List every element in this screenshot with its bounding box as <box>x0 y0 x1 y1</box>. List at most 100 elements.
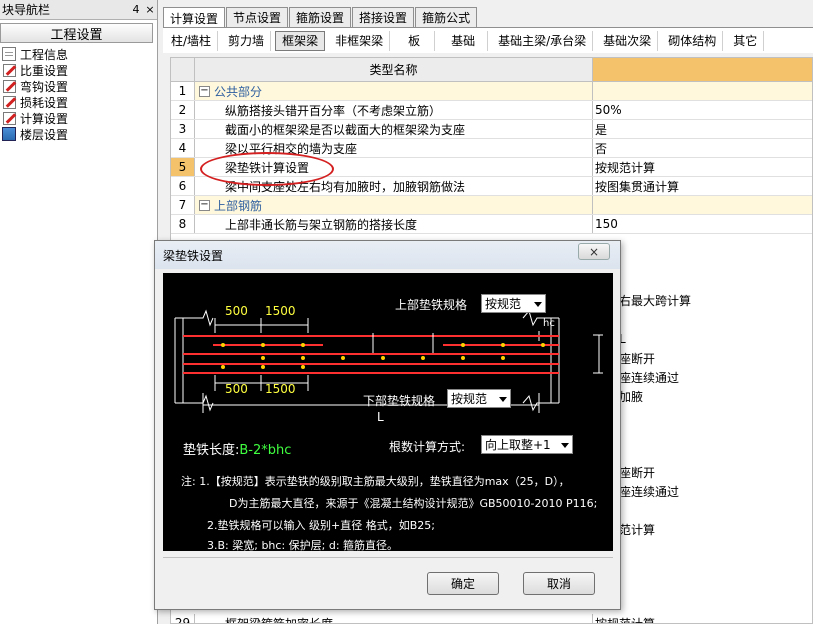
dialog-separator <box>163 557 613 558</box>
cancel-button[interactable]: 取消 <box>523 572 595 595</box>
count-method-value: 向上取整+1 <box>485 438 551 452</box>
nav-header-project-settings[interactable]: 工程设置 <box>0 23 153 43</box>
dialog-close-button[interactable]: × <box>578 243 610 260</box>
ok-button[interactable]: 确定 <box>427 572 499 595</box>
row-number: 3 <box>171 120 195 138</box>
count-method-label: 根数计算方式: <box>389 440 466 454</box>
grid-header: 类型名称 <box>171 58 812 82</box>
type-name-header: 类型名称 <box>195 58 593 81</box>
group-label: 公共部分 <box>214 84 263 99</box>
collapse-icon[interactable]: − <box>199 199 210 211</box>
subtab-foundation-secondary-beam[interactable]: 基础次梁 <box>597 30 659 51</box>
navigation-panel: 块导航栏 4 × 工程设置 工程信息 比重设置 弯钩设置 损耗设置 计算设置 楼… <box>0 0 158 624</box>
table-row[interactable]: 2 纵筋搭接头错开百分率（不考虑架立筋） 50% <box>171 101 812 120</box>
row-number-header <box>171 58 195 81</box>
tab-stirrup-formula[interactable]: 箍筋公式 <box>415 7 478 27</box>
subtab-column[interactable]: 柱/墙柱 <box>165 30 219 51</box>
nav-item-floor[interactable]: 楼层设置 <box>0 126 157 142</box>
nav-item-calc[interactable]: 计算设置 <box>0 110 157 126</box>
note-2: 2.垫铁规格可以输入 级别+直径 格式，如B25; <box>207 519 435 532</box>
subtab-foundation[interactable]: 基础 <box>439 30 489 51</box>
tab-lap-settings[interactable]: 搭接设置 <box>352 7 415 27</box>
table-row[interactable]: 7− 上部钢筋 <box>171 196 812 215</box>
row-name: 纵筋搭接头错开百分率（不考虑架立筋） <box>195 101 593 119</box>
note-3: 3.B: 梁宽; bhc: 保护层; d: 箍筋直径。 <box>207 539 399 552</box>
row-number: 2 <box>171 101 195 119</box>
top-spec-value: 按规范 <box>485 297 522 311</box>
length-label-text: 垫铁长度: <box>183 443 240 458</box>
close-icon[interactable]: × <box>143 3 157 16</box>
nav-item-loss[interactable]: 损耗设置 <box>0 94 157 110</box>
edit-icon <box>2 95 16 109</box>
dialog-title: 梁垫铁设置 <box>155 241 620 269</box>
tab-calc-settings[interactable]: 计算设置 <box>163 7 226 28</box>
hc-label: hc <box>543 318 555 329</box>
dim-1500-top: 1500 <box>265 304 296 318</box>
row-value[interactable]: 是 <box>593 120 812 138</box>
row-value[interactable]: 否 <box>593 139 812 157</box>
row-number: 4 <box>171 139 195 157</box>
subtab-slab[interactable]: 板 <box>394 30 436 51</box>
pin-icon[interactable]: 4 <box>129 3 143 16</box>
highlight-circle <box>200 152 334 186</box>
bottom-spec-label: 下部垫铁规格 <box>363 394 436 408</box>
row-number: 5 <box>171 158 195 176</box>
nav-item-density[interactable]: 比重设置 <box>0 62 157 78</box>
row-value[interactable]: 按规范计算 <box>593 614 812 623</box>
row-name: 上部非通长筋与架立钢筋的搭接长度 <box>195 215 593 233</box>
note-1a: 注: 1.【按规范】表示垫铁的级别取主筋最大级别，垫铁直径为max（25，D）， <box>181 475 570 488</box>
row-number: 7 <box>171 196 195 214</box>
bottom-spec-select[interactable]: 按规范 <box>447 389 511 408</box>
row-value[interactable]: 50% <box>593 101 812 119</box>
edit-icon <box>2 79 16 93</box>
note-1b: D为主筋最大直径，来源于《混凝土结构设计规范》GB50010-2010 P116… <box>229 497 598 510</box>
main-tabs: 计算设置 节点设置 箍筋设置 搭接设置 箍筋公式 <box>163 7 478 28</box>
subtab-foundation-main-beam[interactable]: 基础主梁/承台梁 <box>492 30 594 51</box>
subtab-masonry[interactable]: 砌体结构 <box>662 30 724 51</box>
row-name: 框架梁箍筋加密长度 <box>195 614 593 623</box>
nav-item-label: 损耗设置 <box>20 95 69 110</box>
subtab-shear-wall[interactable]: 剪力墙 <box>222 30 272 51</box>
edit-icon <box>2 111 16 125</box>
chevron-down-icon <box>561 443 569 448</box>
top-spec-label: 上部垫铁规格 <box>395 298 468 312</box>
diagram-panel: 500 1500 500 1500 hc L 上部垫铁规格 按规范 下部垫铁规格… <box>163 273 613 552</box>
dim-1500-bottom: 1500 <box>265 382 296 396</box>
row-number: 29 <box>171 614 195 623</box>
edit-icon <box>2 63 16 77</box>
subtab-frame-beam[interactable]: 框架梁 <box>275 30 326 51</box>
top-spec-select[interactable]: 按规范 <box>481 294 546 313</box>
table-row[interactable]: 29 框架梁箍筋加密长度 按规范计算 <box>171 614 812 623</box>
subtab-other[interactable]: 其它 <box>727 30 765 51</box>
row-name: 截面小的框架梁是否以截面大的框架梁为支座 <box>195 120 593 138</box>
dim-500-bottom: 500 <box>225 382 248 396</box>
subtab-non-frame-beam[interactable]: 非框架梁 <box>329 30 391 51</box>
table-row[interactable]: 1− 公共部分 <box>171 82 812 101</box>
chevron-down-icon <box>534 302 542 307</box>
layers-icon <box>2 127 16 141</box>
group-label: 上部钢筋 <box>214 198 263 213</box>
count-method-select[interactable]: 向上取整+1 <box>481 435 573 454</box>
nav-title: 块导航栏 <box>2 3 51 17</box>
nav-item-project-info[interactable]: 工程信息 <box>0 46 157 62</box>
row-value[interactable]: 按规范计算 <box>593 158 812 176</box>
document-icon <box>2 47 16 61</box>
dim-500-top: 500 <box>225 304 248 318</box>
nav-item-label: 弯钩设置 <box>20 79 69 94</box>
length-formula[interactable]: B-2*bhc <box>239 443 291 458</box>
tab-node-settings[interactable]: 节点设置 <box>226 7 289 27</box>
tab-stirrup-settings[interactable]: 箍筋设置 <box>289 7 352 27</box>
collapse-icon[interactable]: − <box>199 85 210 97</box>
beam-pad-iron-dialog: 梁垫铁设置 × 500 1500 500 1500 hc L 上部垫铁规格 按规… <box>154 240 621 610</box>
row-value[interactable]: 150 <box>593 215 812 233</box>
nav-item-hook[interactable]: 弯钩设置 <box>0 78 157 94</box>
table-row[interactable]: 3 截面小的框架梁是否以截面大的框架梁为支座是 <box>171 120 812 139</box>
length-label: 垫铁长度:B-2*bhc <box>183 439 291 458</box>
sub-tabs: 柱/墙柱 剪力墙 框架梁 非框架梁 板 基础 基础主梁/承台梁 基础次梁 砌体结… <box>163 27 813 53</box>
nav-item-label: 比重设置 <box>20 63 69 78</box>
chevron-down-icon <box>499 397 507 402</box>
nav-item-label: 计算设置 <box>20 111 69 126</box>
value-header <box>593 58 812 81</box>
table-row[interactable]: 8 上部非通长筋与架立钢筋的搭接长度 150 <box>171 215 812 234</box>
row-value[interactable]: 按图集贯通计算 <box>593 177 812 195</box>
